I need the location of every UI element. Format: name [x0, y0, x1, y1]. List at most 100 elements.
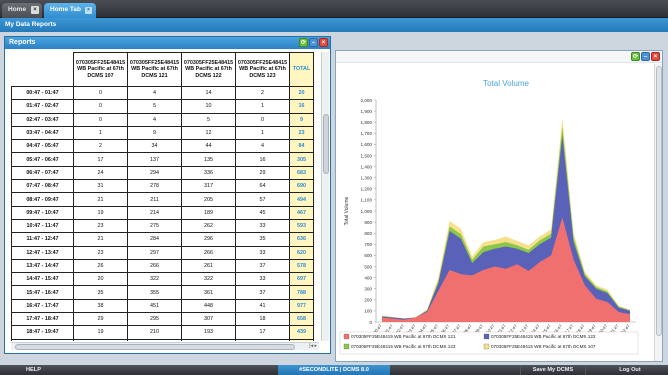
- help-button[interactable]: HELP: [26, 365, 41, 375]
- volume-cell: 135: [181, 152, 236, 167]
- table-row: 05:47 - 06:47 17 137 135 16 305: [11, 152, 314, 167]
- volume-cell: 266: [127, 258, 182, 274]
- total-column-header[interactable]: TOTAL: [289, 52, 314, 87]
- table-row: 08:47 - 09:47 21 211 205 57 494: [11, 192, 314, 207]
- table-row: 09:47 - 10:47 19 214 189 45 467: [11, 205, 314, 220]
- refresh-icon[interactable]: ⟳: [631, 52, 640, 61]
- time-slot-cell: 11:47 - 12:47: [11, 232, 74, 247]
- y-tick-label: 1,000: [361, 209, 373, 214]
- volume-cell: 4: [127, 112, 182, 127]
- volume-cell: 20: [73, 272, 128, 287]
- table-row: 07:47 - 08:47 31 278 317 64 690: [11, 179, 314, 194]
- volume-cell: 19: [73, 325, 128, 340]
- column-header[interactable]: 070305FF25E48415 WB Pacific at 67th DCMS…: [181, 52, 236, 87]
- volume-cell: 214: [127, 205, 182, 220]
- volume-cell: 57: [235, 192, 290, 207]
- refresh-icon[interactable]: ⟳: [299, 38, 308, 47]
- reports-horizontal-scrollbar[interactable]: |◂ ▸: [11, 342, 319, 350]
- volume-cell: 14: [235, 338, 290, 341]
- time-slot-cell: 13:47 - 14:47: [11, 258, 74, 274]
- window-controls: ⟳ – ×: [299, 38, 328, 47]
- chart-panel: ⟳ – × Total Volume 0 100 200 300 400 500 600 700…: [335, 50, 663, 362]
- scroll-thumb[interactable]: [656, 66, 662, 336]
- y-tick-label: 300: [364, 287, 372, 292]
- total-cell: 305: [289, 152, 314, 167]
- y-tick-label: 1,400: [361, 164, 373, 169]
- volume-cell: 12: [181, 125, 236, 141]
- y-tick-label: 1,600: [361, 142, 373, 147]
- total-cell: 23: [289, 125, 314, 141]
- volume-cell: 16: [235, 152, 290, 167]
- legend-swatch: [483, 333, 490, 340]
- table-row: 06:47 - 07:47 24 294 336 29 683: [11, 165, 314, 181]
- table-row: 19:47 - 20:47412615714304: [11, 338, 314, 341]
- chart-title: Total Volume: [483, 79, 529, 88]
- table-row: 15:47 - 16:47 35 355 361 37 788: [11, 285, 314, 300]
- volume-cell: 23: [73, 218, 128, 234]
- total-cell: 683: [289, 165, 314, 181]
- total-cell: 620: [289, 245, 314, 260]
- y-tick-label: 1,100: [361, 198, 373, 203]
- table-header-row: 070305FF25E48415 WB Pacific at 67th DCMS…: [11, 52, 314, 87]
- volume-cell: 4: [235, 139, 290, 154]
- report-table-container: 070305FF25E48415 WB Pacific at 67th DCMS…: [11, 52, 319, 341]
- chart-vertical-scrollbar[interactable]: [654, 64, 662, 361]
- y-tick-label: 900: [364, 220, 372, 225]
- y-tick-label: 1,200: [361, 187, 373, 192]
- volume-cell: 33: [235, 218, 290, 234]
- volume-cell: 21: [73, 192, 128, 207]
- volume-cell: 35: [235, 232, 290, 247]
- volume-cell: 33: [235, 245, 290, 260]
- table-row: 17:47 - 18:47 29 295 307 18 658: [11, 312, 314, 327]
- volume-cell: 451: [127, 298, 182, 314]
- volume-cell: 278: [127, 179, 182, 194]
- legend-label: 070305FF25E48415 WB Pacific at 67th DCMS…: [491, 344, 596, 349]
- time-slot-cell: 12:47 - 13:47: [11, 245, 74, 260]
- volume-cell: 275: [127, 218, 182, 234]
- reports-vertical-scrollbar[interactable]: [321, 52, 329, 341]
- save-my-dcms-button[interactable]: Save My DCMS: [520, 365, 586, 375]
- column-header[interactable]: 070305FF25E48415 WB Pacific at 67th DCMS…: [73, 52, 128, 87]
- tab-home-active[interactable]: Home Tab ×: [44, 3, 96, 18]
- close-icon[interactable]: ×: [651, 52, 660, 61]
- close-icon[interactable]: ×: [31, 6, 39, 14]
- table-row: 03:47 - 04:47 1 9 12 1 23: [11, 125, 314, 141]
- scroll-thumb[interactable]: [323, 114, 329, 174]
- volume-cell: 33: [235, 272, 290, 287]
- total-cell: 658: [289, 312, 314, 327]
- scroll-thumb[interactable]: [15, 344, 295, 350]
- minimize-icon[interactable]: –: [309, 38, 318, 47]
- volume-cell: 295: [127, 312, 182, 327]
- y-tick-label: 400: [364, 275, 372, 280]
- close-icon[interactable]: ×: [85, 7, 92, 14]
- volume-cell: 38: [73, 298, 128, 314]
- time-slot-cell: 05:47 - 06:47: [11, 152, 74, 167]
- time-slot-cell: 04:47 - 05:47: [11, 139, 74, 154]
- volume-cell: 157: [181, 338, 236, 341]
- logout-button[interactable]: Log Out: [600, 365, 660, 375]
- column-header[interactable]: 070305FF25E48415 WB Pacific at 67th DCMS…: [235, 52, 290, 87]
- close-icon[interactable]: ×: [319, 38, 328, 47]
- time-slot-cell: 14:47 - 15:47: [11, 272, 74, 287]
- scroll-arrows-icon[interactable]: |◂ ▸: [309, 343, 317, 350]
- time-slot-cell: 17:47 - 18:47: [11, 312, 74, 327]
- table-row: 02:47 - 03:47 0 4 5 0 9: [11, 112, 314, 127]
- volume-cell: 5: [127, 99, 182, 114]
- y-tick-label: 700: [364, 242, 372, 247]
- volume-cell: 23: [73, 245, 128, 260]
- minimize-icon[interactable]: –: [641, 52, 650, 61]
- total-volume-chart: Total Volume 0 100 200 300 400 500 600 700 800 900…: [339, 79, 639, 355]
- y-tick-label: 1,500: [361, 153, 373, 158]
- volume-cell: 137: [127, 152, 182, 167]
- tab-home-inactive[interactable]: Home Tab ×: [2, 3, 42, 27]
- volume-cell: 37: [235, 285, 290, 300]
- table-row: 04:47 - 05:47 2 34 44 4 84: [11, 139, 314, 154]
- time-slot-cell: 10:47 - 11:47: [11, 218, 74, 234]
- column-header[interactable]: 070305FF25E48415 WB Pacific at 67th DCMS…: [127, 52, 182, 87]
- legend-swatch: [343, 343, 350, 350]
- volume-cell: 5: [181, 112, 236, 127]
- total-cell: 439: [289, 325, 314, 340]
- volume-cell: 0: [73, 85, 128, 101]
- volume-cell: 284: [127, 232, 182, 247]
- corner-cell: [11, 52, 74, 87]
